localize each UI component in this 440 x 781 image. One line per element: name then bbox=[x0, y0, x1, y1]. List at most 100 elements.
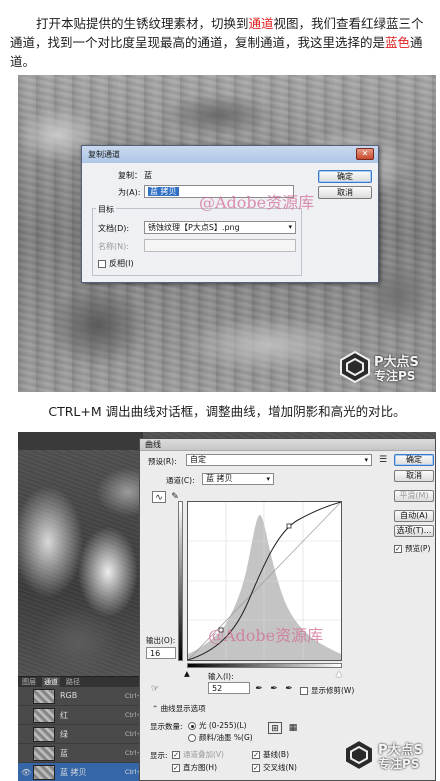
light-label: 光 (0-255)(L) bbox=[199, 721, 247, 730]
pigment-label: 颜料/油墨 %(G) bbox=[199, 733, 253, 742]
radio-icon bbox=[188, 734, 196, 742]
target-label: 目标 bbox=[96, 204, 116, 215]
tab-channels[interactable]: 通道 bbox=[42, 677, 60, 687]
channel-name: 红 bbox=[60, 711, 68, 720]
document-value: 锈蚀纹理【P大点S】.png bbox=[148, 223, 240, 232]
curves-title: 曲线 bbox=[145, 440, 161, 449]
canvas-titlebar bbox=[18, 432, 143, 450]
output-value: 16 bbox=[150, 649, 161, 658]
channel-row-rgb[interactable]: RGB Ctrl+2 bbox=[18, 687, 150, 706]
input-label: 输入(I): bbox=[208, 672, 234, 681]
channels-panel: 图层 通道 路径 RGB Ctrl+2 红 Ctrl+3 绿 Ctrl+4 蓝 … bbox=[18, 676, 150, 781]
output-input[interactable]: 16 bbox=[146, 647, 176, 659]
name-input[interactable] bbox=[144, 239, 296, 252]
display-options-toggle[interactable]: ⌃ 曲线显示选项 bbox=[152, 703, 206, 714]
input-input[interactable]: 52 bbox=[208, 682, 250, 694]
screenshot-curves: 图层 通道 路径 RGB Ctrl+2 红 Ctrl+3 绿 Ctrl+4 蓝 … bbox=[18, 432, 436, 781]
input-value: 52 bbox=[212, 684, 223, 693]
ok-button[interactable]: 确定 bbox=[394, 454, 434, 466]
chevron-down-icon: ▾ bbox=[288, 223, 292, 231]
channel-thumbnail bbox=[33, 689, 55, 704]
site-logo: P大点S 专注PS bbox=[338, 350, 432, 384]
baseline-label: 基线(B) bbox=[263, 750, 289, 759]
options-button[interactable]: 选项(T)... bbox=[394, 525, 434, 537]
as-label: 为(A): bbox=[118, 188, 141, 197]
pigment-radio[interactable]: 颜料/油墨 %(G) bbox=[188, 732, 253, 743]
curves-title-bar: 曲线 bbox=[140, 439, 435, 451]
channel-row-green[interactable]: 绿 Ctrl+4 bbox=[18, 725, 150, 744]
checkbox-icon bbox=[172, 751, 180, 759]
close-icon[interactable]: ✕ bbox=[356, 148, 374, 160]
intro-paragraph: 打开本贴提供的生锈纹理素材，切换到通道视图，我们查看红绿蓝三个通道，找到一个对比… bbox=[10, 14, 434, 71]
screenshot-duplicate-channel: 复制通道 ✕ 复制： 蓝 为(A): 蓝 拷贝 确定 取消 目标 文档(D): … bbox=[18, 75, 436, 392]
watermark: @Adobe资源库 bbox=[208, 626, 324, 645]
black-point-slider-icon[interactable]: ▲ bbox=[184, 669, 190, 678]
on-image-adjust-icon[interactable]: ☞ bbox=[148, 683, 162, 695]
white-point-slider-icon[interactable]: ▲ bbox=[336, 669, 342, 678]
output-label: 输出(O): bbox=[146, 636, 176, 645]
tab-layers[interactable]: 图层 bbox=[22, 677, 36, 687]
curves-dialog: 曲线 预设(R): 自定 ☰ 通道(C): 蓝 拷贝 确定 取消 平滑(M) 自… bbox=[139, 438, 436, 781]
light-radio[interactable]: 光 (0-255)(L) bbox=[188, 720, 247, 731]
checkbox-icon bbox=[252, 764, 260, 772]
display-options-label: 曲线显示选项 bbox=[160, 704, 206, 713]
channel-label: 通道(C): bbox=[166, 476, 195, 485]
intersection-checkbox[interactable]: 交叉线(N) bbox=[252, 762, 297, 773]
preview-checkbox[interactable]: 预览(P) bbox=[394, 543, 430, 554]
step2-paragraph: CTRL+M 调出曲线对话框，调整曲线，增加阴影和高光的对比。 bbox=[48, 404, 406, 419]
preset-label: 预设(R): bbox=[148, 457, 177, 466]
checkbox-icon bbox=[394, 545, 402, 553]
name-label: 名称(N): bbox=[98, 242, 129, 251]
output-gradient-bar bbox=[178, 501, 183, 661]
smooth-button[interactable]: 平滑(M) bbox=[394, 490, 434, 502]
hexagon-logo-icon bbox=[344, 738, 374, 772]
show-clipping-label: 显示修剪(W) bbox=[311, 686, 355, 695]
invert-label: 反相(I) bbox=[109, 259, 134, 268]
gray-eyedropper-icon[interactable]: ✒ bbox=[267, 683, 281, 695]
channel-thumbnail bbox=[33, 727, 55, 742]
document-label: 文档(D): bbox=[98, 224, 130, 233]
channel-name: 绿 bbox=[60, 730, 68, 739]
duplicate-channel-dialog: 复制通道 ✕ 复制： 蓝 为(A): 蓝 拷贝 确定 取消 目标 文档(D): … bbox=[81, 145, 379, 283]
checkbox-icon bbox=[252, 751, 260, 759]
channel-name: 蓝 拷贝 bbox=[60, 768, 87, 777]
channel-select[interactable]: 蓝 拷贝 bbox=[202, 473, 274, 485]
channel-name: RGB bbox=[60, 691, 78, 700]
tab-paths[interactable]: 路径 bbox=[66, 677, 80, 687]
preset-menu-icon[interactable]: ☰ bbox=[376, 454, 390, 466]
show-clipping-checkbox[interactable]: 显示修剪(W) bbox=[300, 685, 354, 696]
channel-row-blue[interactable]: 蓝 Ctrl+5 bbox=[18, 744, 150, 763]
invert-checkbox[interactable]: 反相(I) bbox=[98, 258, 134, 269]
channel-thumbnail bbox=[33, 708, 55, 723]
eye-icon[interactable]: 👁 bbox=[21, 768, 31, 777]
channel-row-blue-copy[interactable]: 👁 蓝 拷贝 Ctrl+6 bbox=[18, 763, 150, 781]
logo-line-2: 专注PS bbox=[378, 757, 420, 771]
histogram-checkbox[interactable]: 直方图(H) bbox=[172, 762, 217, 773]
grid-4-icon[interactable]: ⊞ bbox=[268, 722, 282, 734]
show-amount-label: 显示数量: bbox=[150, 722, 183, 731]
channel-value: 蓝 拷贝 bbox=[206, 474, 233, 483]
panel-tabs: 图层 通道 路径 bbox=[18, 677, 150, 687]
black-eyedropper-icon[interactable]: ✒ bbox=[252, 683, 266, 695]
checkbox-icon bbox=[300, 687, 308, 695]
duplicate-label: 复制： bbox=[118, 171, 142, 180]
preset-select[interactable]: 自定 bbox=[186, 454, 372, 466]
preview-label: 预览(P) bbox=[405, 544, 431, 553]
channel-overlays-checkbox[interactable]: 通道叠加(V) bbox=[172, 749, 224, 760]
white-eyedropper-icon[interactable]: ✒ bbox=[282, 683, 296, 695]
grid-10-icon[interactable]: ▦ bbox=[286, 722, 300, 734]
curve-point-tool-icon[interactable]: ∿ bbox=[152, 491, 166, 503]
channel-row-red[interactable]: 红 Ctrl+3 bbox=[18, 706, 150, 725]
auto-button[interactable]: 自动(A) bbox=[394, 510, 434, 522]
checkbox-icon bbox=[98, 259, 106, 268]
input-gradient-bar bbox=[187, 663, 342, 668]
site-logo: P大点S 专注PS bbox=[342, 738, 436, 772]
cancel-button[interactable]: 取消 bbox=[318, 186, 372, 199]
ok-button[interactable]: 确定 bbox=[318, 170, 372, 183]
document-select[interactable]: 锈蚀纹理【P大点S】.png ▾ bbox=[144, 221, 296, 234]
baseline-checkbox[interactable]: 基线(B) bbox=[252, 749, 289, 760]
intro-highlight-blue: 蓝色 bbox=[385, 35, 411, 50]
cancel-button[interactable]: 取消 bbox=[394, 470, 434, 482]
dialog-title: 复制通道 bbox=[88, 150, 120, 159]
curve-point[interactable] bbox=[286, 523, 292, 529]
